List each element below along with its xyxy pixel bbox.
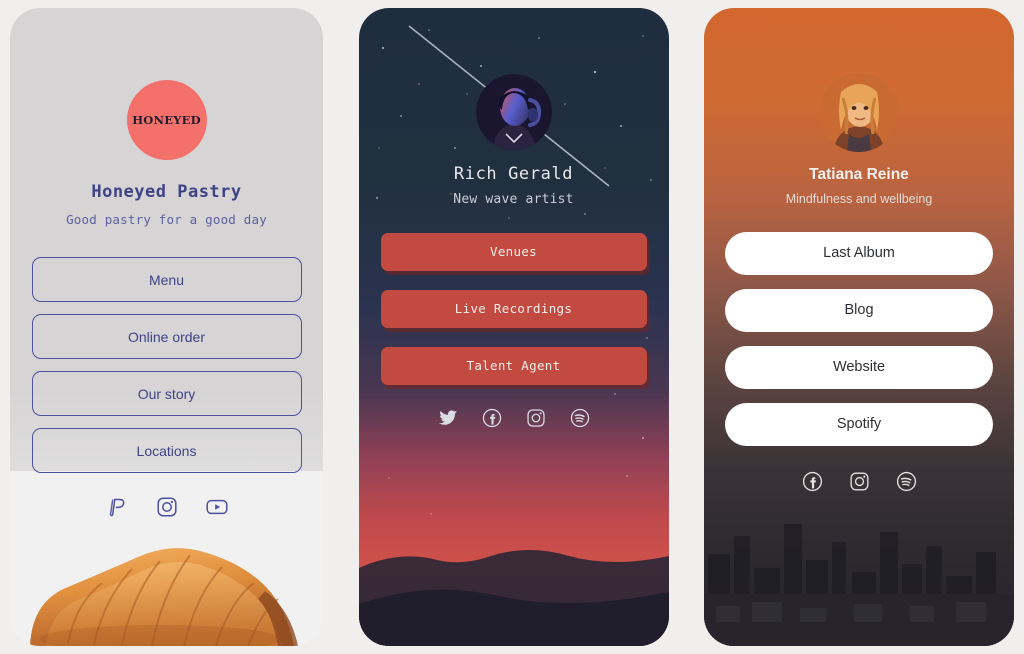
spotify-icon[interactable] [895,470,918,498]
link-button-last-album[interactable]: Last Album [725,232,993,275]
link-button-live-recordings[interactable]: Live Recordings [380,290,647,328]
page-subtitle: Good pastry for a good day [66,212,267,227]
link-button-website[interactable]: Website [725,346,993,389]
youtube-icon[interactable] [205,495,229,519]
link-button-online-order[interactable]: Online order [31,314,302,359]
spotify-icon[interactable] [569,407,591,434]
link-button-blog[interactable]: Blog [725,289,993,332]
page-title: Tatiana Reine [809,166,909,183]
honeyed-logo-badge: HONEYED [126,80,207,160]
city-skyline-image [704,524,1014,646]
link-button-menu[interactable]: Menu [31,257,302,302]
instagram-icon[interactable] [155,495,179,519]
page-title: Honeyed Pastry [91,182,242,202]
social-links-row [704,470,1014,498]
social-links-row [359,407,669,434]
card-tatiana-reine: Tatiana Reine Mindfulness and wellbeing … [704,8,1014,646]
avatar [475,74,552,150]
pastry-content: HONEYED Honeyed Pastry Good pastry for a… [10,8,323,519]
page-subtitle: New wave artist [453,192,574,207]
link-button-spotify[interactable]: Spotify [725,403,993,446]
paypal-icon[interactable] [105,495,129,519]
card-rich-gerald: Rich Gerald New wave artist Venues Live … [358,8,669,646]
link-button-talent-agent[interactable]: Talent Agent [380,347,647,385]
cards-stage: HONEYED Honeyed Pastry Good pastry for a… [0,0,1024,654]
page-subtitle: Mindfulness and wellbeing [785,192,933,206]
avatar [819,72,899,152]
instagram-icon[interactable] [525,407,547,434]
facebook-icon[interactable] [481,407,503,434]
twitter-icon[interactable] [437,407,459,434]
wellbeing-content: Tatiana Reine Mindfulness and wellbeing … [704,8,1014,498]
link-button-our-story[interactable]: Our story [31,371,302,416]
card-honeyed-pastry: HONEYED Honeyed Pastry Good pastry for a… [10,8,323,646]
facebook-icon[interactable] [801,470,824,498]
link-button-locations[interactable]: Locations [31,428,302,473]
link-button-venues[interactable]: Venues [380,233,647,271]
logo-text: HONEYED [132,113,201,127]
page-title: Rich Gerald [453,164,574,184]
social-links-row [10,495,323,519]
artist-content: Rich Gerald New wave artist Venues Live … [359,8,669,434]
instagram-icon[interactable] [848,470,871,498]
